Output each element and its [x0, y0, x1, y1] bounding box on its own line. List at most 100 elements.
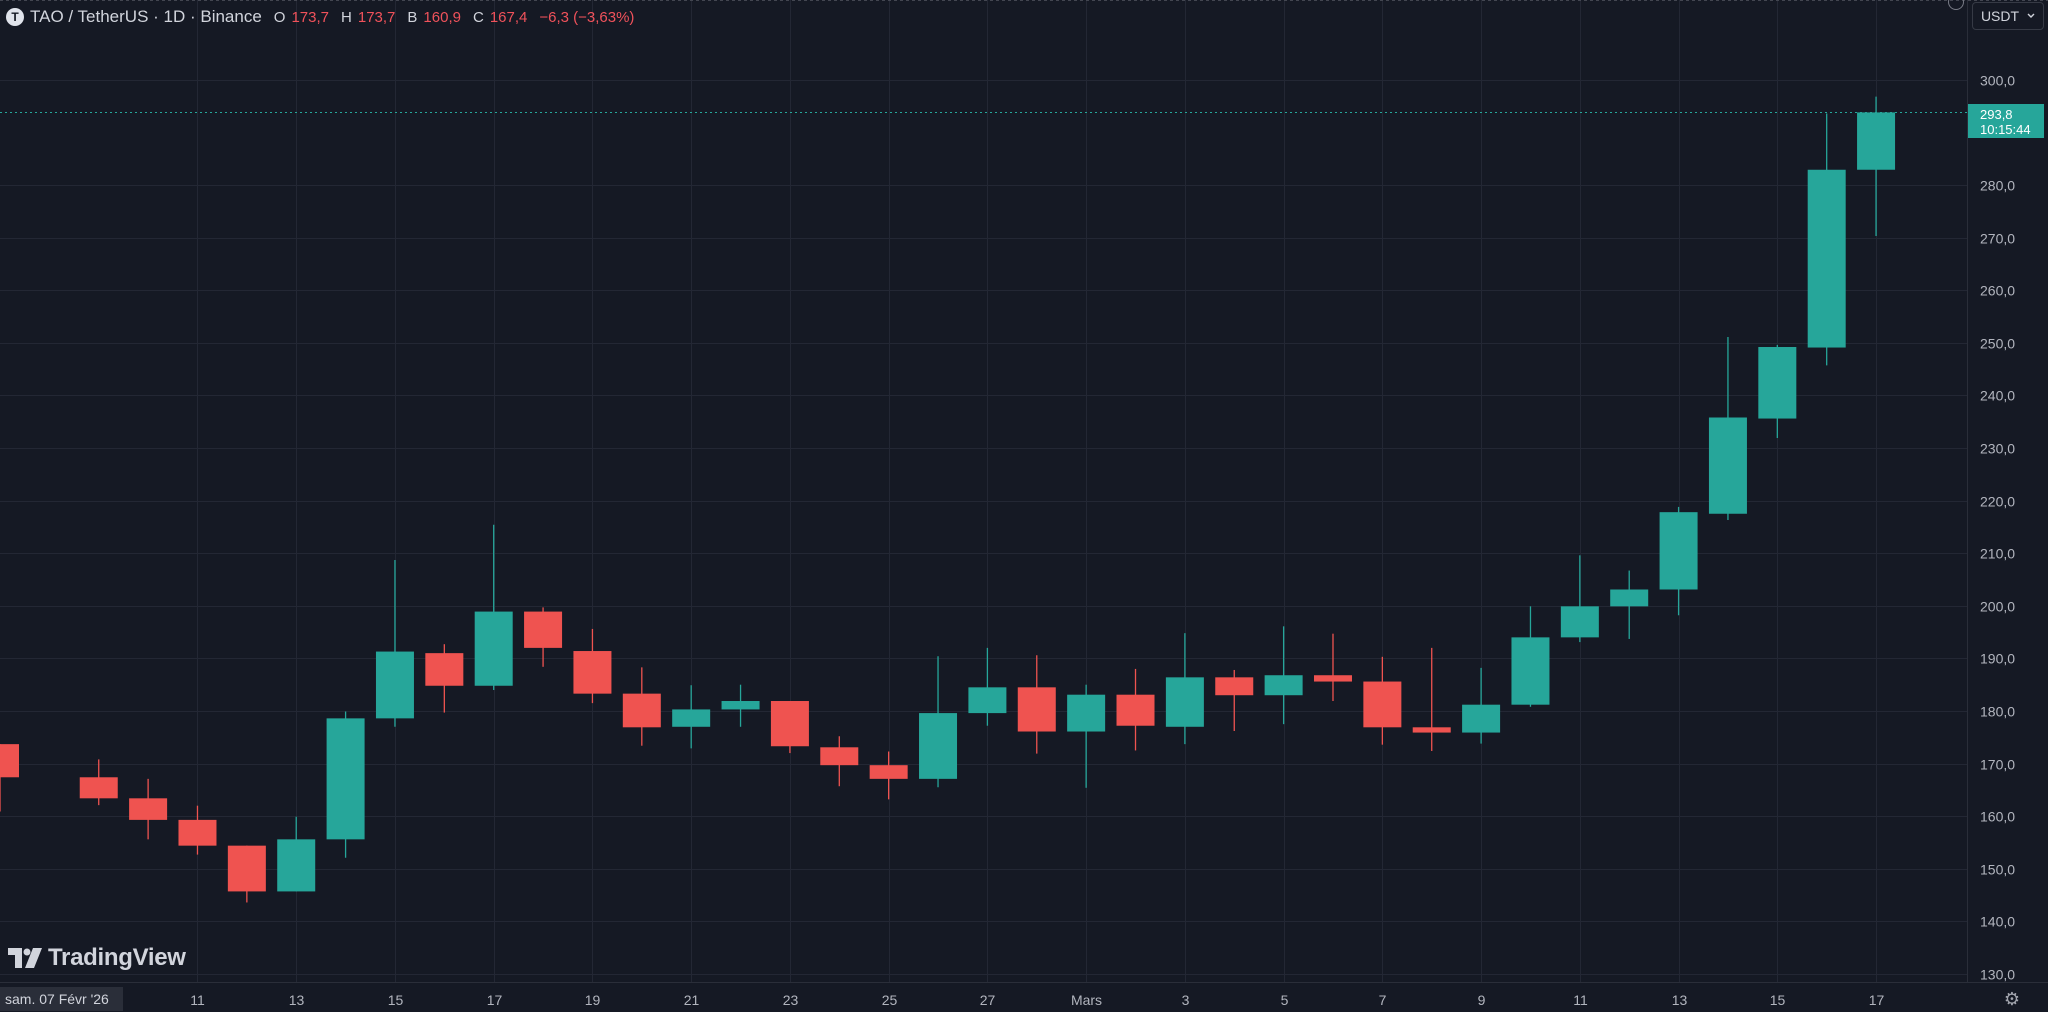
y-tick-label: 230,0	[1980, 441, 2015, 457]
high-label: H	[341, 8, 352, 26]
candle-body	[227, 845, 266, 892]
candle-body	[425, 653, 464, 686]
chart-grid	[0, 0, 1967, 982]
candle-up[interactable]	[375, 560, 414, 727]
candle-body	[1659, 512, 1698, 590]
close-label: C	[472, 8, 484, 26]
tradingview-logo[interactable]: TradingView	[8, 944, 186, 972]
candle-body	[721, 701, 760, 710]
candle-down[interactable]	[770, 701, 809, 754]
candle-down[interactable]	[1017, 655, 1056, 754]
candle-down[interactable]	[129, 778, 168, 840]
x-tick-label: 19	[585, 992, 601, 1008]
cursor-date-label: sam. 07 Févr '26	[0, 987, 123, 1011]
candle-body	[1758, 347, 1797, 419]
open-value: 173,7	[291, 8, 330, 26]
y-tick-label: 220,0	[1980, 494, 2015, 510]
candle-up[interactable]	[672, 685, 711, 749]
candle-down[interactable]	[573, 628, 612, 704]
candle-down[interactable]	[869, 751, 908, 800]
candle-up[interactable]	[1807, 113, 1846, 366]
x-tick-label: 9	[1478, 992, 1486, 1008]
candle-down[interactable]	[1313, 633, 1352, 702]
candle-down[interactable]	[1363, 656, 1402, 745]
candle-body	[375, 651, 414, 719]
candle-up[interactable]	[326, 711, 365, 858]
price-chart[interactable]: 300,0 280,0 270,0 260,0 250,0 240,0 230,0 220,0…	[0, 0, 2048, 1012]
y-tick-label: 180,0	[1980, 704, 2015, 720]
y-tick-label: 170,0	[1980, 757, 2015, 773]
candle-body	[1017, 687, 1056, 732]
x-tick-label: 3	[1182, 992, 1190, 1008]
candle-body	[524, 611, 563, 648]
candle-up[interactable]	[1264, 626, 1303, 725]
candle-body	[1412, 727, 1451, 733]
x-tick-label: 27	[980, 992, 996, 1008]
candle-up[interactable]	[1560, 555, 1599, 643]
candle-down[interactable]	[1116, 668, 1155, 751]
x-tick-label: 21	[684, 992, 700, 1008]
candle-body	[1857, 112, 1896, 170]
candles	[0, 96, 1896, 903]
candle-up[interactable]	[1857, 96, 1896, 237]
close-value: 167,4	[489, 8, 528, 26]
candle-down[interactable]	[425, 644, 464, 713]
low-value: 160,9	[423, 8, 461, 26]
y-tick-label: 160,0	[1980, 809, 2015, 825]
candle-body	[919, 713, 958, 779]
candle-up[interactable]	[721, 684, 760, 727]
gear-icon[interactable]: ⚙	[2003, 990, 2021, 1008]
candle-up[interactable]	[1708, 337, 1747, 521]
tradingview-logo-text: TradingView	[48, 944, 186, 971]
candle-up[interactable]	[1462, 667, 1501, 744]
candle-body	[1116, 694, 1155, 726]
chevron-down-icon	[2027, 13, 2035, 18]
candle-up[interactable]	[919, 656, 958, 788]
x-tick-label: 13	[1672, 992, 1688, 1008]
candle-up[interactable]	[1165, 633, 1204, 745]
candle-body	[79, 777, 118, 799]
currency-label: USDT	[1980, 8, 2020, 24]
candle-down[interactable]	[524, 607, 563, 667]
candle-up[interactable]	[1659, 506, 1698, 616]
candle-up[interactable]	[1511, 606, 1550, 707]
candle-body	[1165, 677, 1204, 727]
candle-down[interactable]	[820, 736, 859, 787]
tradingview-logo-icon	[8, 948, 42, 968]
x-tick-label: 7	[1379, 992, 1387, 1008]
x-tick-label: 17	[487, 992, 503, 1008]
candle-up[interactable]	[1067, 684, 1106, 788]
candle-up[interactable]	[1610, 570, 1649, 639]
y-tick-label: 150,0	[1980, 862, 2015, 878]
x-tick-label: 25	[882, 992, 898, 1008]
candle-down[interactable]	[622, 667, 661, 746]
bar-countdown: 10:15:44	[1980, 121, 2031, 137]
y-tick-label: 130,0	[1980, 967, 2015, 983]
candle-body	[1067, 694, 1106, 732]
symbol-title[interactable]: TAO / TetherUS · 1D · Binance	[30, 7, 262, 27]
candle-up[interactable]	[474, 524, 513, 690]
candle-down[interactable]	[1412, 647, 1451, 751]
candle-down[interactable]	[178, 805, 217, 855]
y-tick-label: 270,0	[1980, 231, 2015, 247]
candle-up[interactable]	[277, 816, 316, 892]
candle-body	[1363, 681, 1402, 728]
currency-selector[interactable]: USDT	[1972, 2, 2044, 30]
candle-up[interactable]	[968, 647, 1007, 726]
candle-body	[672, 709, 711, 727]
time-axis: 11 13 15 17 19 21 23 25 27 Mars 3 5 7 9 11 13 15 17	[190, 992, 1884, 1008]
candle-body	[1511, 637, 1550, 705]
candle-body	[1462, 704, 1501, 733]
x-tick-label: 13	[289, 992, 305, 1008]
candle-down[interactable]	[1215, 669, 1254, 731]
open-label: O	[273, 8, 286, 26]
y-tick-label: 240,0	[1980, 388, 2015, 404]
candle-down[interactable]	[79, 759, 118, 806]
x-tick-label: 15	[388, 992, 404, 1008]
candle-down[interactable]	[227, 845, 266, 903]
candle-body	[178, 819, 217, 846]
candle-down[interactable]	[0, 744, 19, 812]
candle-up[interactable]	[1758, 344, 1797, 439]
candle-body	[1560, 606, 1599, 638]
x-tick-label: Mars	[1071, 992, 1102, 1008]
